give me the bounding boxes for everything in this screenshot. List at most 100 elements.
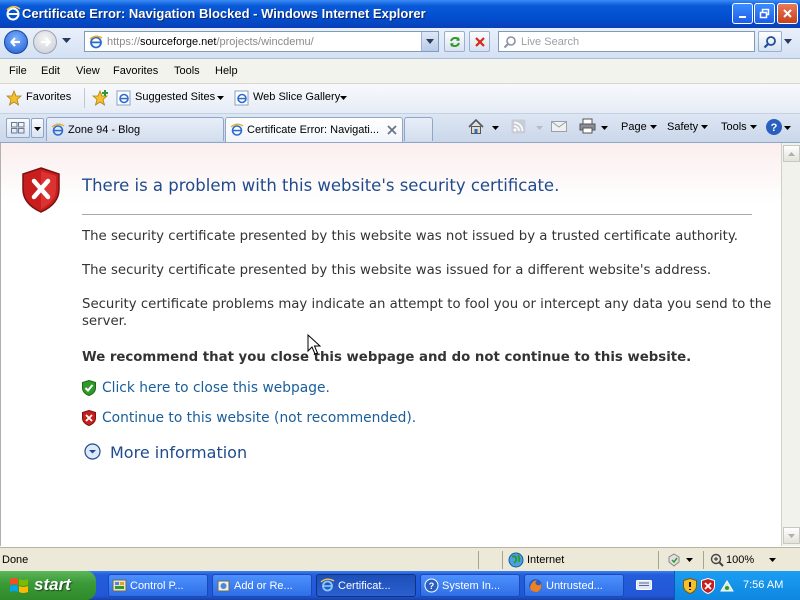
- close-tab-icon[interactable]: [387, 125, 397, 135]
- restore-icon: [759, 8, 770, 19]
- globe-icon: [508, 552, 524, 568]
- home-button[interactable]: [467, 118, 485, 139]
- home-icon: [468, 118, 484, 134]
- protected-mode-icon[interactable]: [666, 552, 682, 568]
- page-menu[interactable]: Page: [621, 121, 657, 133]
- task-label: System In...: [442, 580, 501, 592]
- help-button[interactable]: ?: [765, 118, 783, 139]
- minimize-button[interactable]: [732, 3, 753, 24]
- network-icon[interactable]: [719, 578, 735, 594]
- menu-file[interactable]: File: [9, 65, 27, 77]
- feeds-icon[interactable]: [511, 119, 526, 134]
- add-to-favorites-icon[interactable]: [92, 89, 110, 107]
- close-icon: [783, 9, 792, 18]
- more-information-link[interactable]: More information: [110, 443, 247, 462]
- taskbar-clock[interactable]: 7:56 AM: [743, 579, 783, 591]
- recent-pages-dropdown[interactable]: [62, 38, 71, 44]
- new-tab-button[interactable]: [404, 117, 433, 141]
- grid-icon: [11, 122, 25, 134]
- tab-label: Certificate Error: Navigati...: [247, 124, 380, 136]
- taskbar-item-certificate-error[interactable]: Certificat...: [316, 574, 416, 597]
- print-dropdown-icon[interactable]: [601, 126, 608, 130]
- scroll-up-button[interactable]: [783, 145, 800, 162]
- chevron-down-icon: [426, 39, 434, 44]
- task-label: Certificat...: [338, 580, 391, 592]
- menu-view[interactable]: View: [76, 65, 100, 77]
- security-alert-icon[interactable]: [701, 578, 715, 594]
- menu-help[interactable]: Help: [215, 65, 238, 77]
- tab-bar: Zone 94 - Blog Certificate Error: Naviga…: [0, 114, 800, 143]
- task-label: Add or Re...: [234, 580, 293, 592]
- safety-menu[interactable]: Safety: [667, 121, 709, 133]
- menu-edit[interactable]: Edit: [41, 65, 60, 77]
- search-input[interactable]: Live Search: [498, 31, 755, 52]
- arrow-right-icon: [41, 37, 51, 47]
- address-toolbar: https://sourceforge.net/projects/wincdem…: [0, 28, 800, 59]
- menu-favorites[interactable]: Favorites: [113, 65, 158, 77]
- refresh-button[interactable]: [444, 31, 465, 52]
- back-button[interactable]: [4, 30, 28, 54]
- help-icon: ?: [766, 119, 782, 135]
- chevron-down-icon: [217, 96, 224, 100]
- zoom-dropdown-icon[interactable]: [769, 558, 776, 562]
- recommendation-text: We recommend that you close this webpage…: [82, 350, 692, 365]
- security-shield-icon[interactable]: [683, 578, 697, 594]
- close-webpage-link[interactable]: Click here to close this webpage.: [102, 380, 330, 396]
- read-mail-icon[interactable]: [551, 119, 567, 133]
- url-host: sourceforge.net: [140, 36, 217, 48]
- expand-chevron-icon[interactable]: [84, 443, 101, 460]
- close-window-button[interactable]: [777, 3, 798, 24]
- zoom-level[interactable]: 100%: [726, 554, 754, 566]
- arrow-left-icon: [10, 37, 20, 47]
- status-separator: [703, 551, 704, 569]
- ie-page-icon: [234, 90, 249, 106]
- tab-zone94-blog[interactable]: Zone 94 - Blog: [46, 117, 224, 141]
- tools-menu[interactable]: Tools: [721, 121, 757, 133]
- address-dropdown-button[interactable]: [421, 32, 438, 51]
- continue-to-website-link[interactable]: Continue to this website (not recommende…: [102, 410, 416, 426]
- scroll-down-button[interactable]: [783, 527, 800, 544]
- taskbar-item-system-info[interactable]: ? System In...: [420, 574, 520, 597]
- chevron-down-icon: [649, 125, 657, 130]
- chevron-down-icon: [749, 125, 757, 130]
- vertical-scrollbar[interactable]: [781, 143, 800, 546]
- chevron-down-icon[interactable]: [686, 558, 693, 562]
- keyboard-language-icon[interactable]: [636, 578, 652, 592]
- title-bar[interactable]: Certificate Error: Navigation Blocked - …: [0, 0, 800, 28]
- magnifier-icon: [763, 35, 776, 48]
- menu-tools[interactable]: Tools: [174, 65, 200, 77]
- address-field[interactable]: https://sourceforge.net/projects/wincdem…: [84, 31, 439, 52]
- restore-button[interactable]: [754, 3, 775, 24]
- url-text: https://sourceforge.net/projects/wincdem…: [107, 36, 314, 48]
- taskbar-item-control-panel[interactable]: Control P...: [108, 574, 208, 597]
- chevron-up-icon: [788, 151, 795, 156]
- stop-button[interactable]: [469, 31, 490, 52]
- safety-menu-label: Safety: [667, 121, 699, 133]
- start-button[interactable]: start: [0, 571, 96, 600]
- status-separator: [502, 551, 503, 569]
- chevron-down-icon: [788, 533, 795, 538]
- tab-certificate-error[interactable]: Certificate Error: Navigati...: [225, 117, 403, 142]
- firefox-icon: [529, 579, 542, 592]
- help-dropdown-icon[interactable]: [784, 126, 791, 130]
- taskbar-item-untrusted[interactable]: Untrusted...: [524, 574, 624, 597]
- chevron-down-icon: [340, 96, 347, 100]
- quick-tabs-button[interactable]: [6, 118, 30, 138]
- page-content: [0, 143, 782, 546]
- taskbar-item-add-remove[interactable]: Add or Re...: [212, 574, 312, 597]
- error-heading: There is a problem with this website's s…: [82, 176, 560, 195]
- search-go-button[interactable]: [758, 31, 782, 52]
- taskbar: start Control P... Add or Re... Certific…: [0, 571, 800, 600]
- star-icon: [6, 90, 22, 106]
- help-circle-icon: ?: [424, 578, 439, 593]
- page-menu-label: Page: [621, 121, 647, 133]
- forward-button[interactable]: [33, 30, 57, 54]
- svg-text:?: ?: [771, 122, 778, 134]
- chevron-down-icon: [701, 125, 709, 130]
- print-icon[interactable]: [579, 118, 596, 134]
- home-dropdown-icon[interactable]: [492, 126, 499, 130]
- tab-list-button[interactable]: [31, 118, 44, 138]
- search-options-dropdown[interactable]: [784, 39, 792, 44]
- heading-divider: [82, 214, 752, 215]
- windows-logo-icon: [10, 578, 28, 593]
